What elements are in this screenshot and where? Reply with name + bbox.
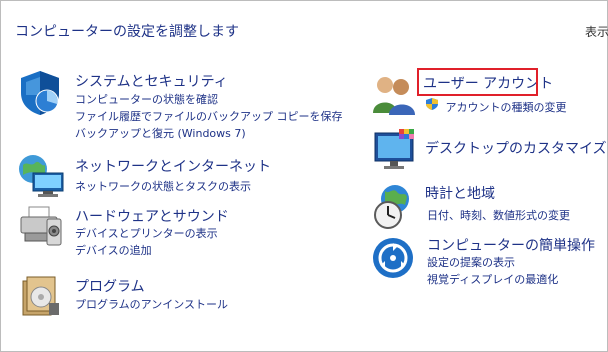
- users-icon[interactable]: [371, 73, 421, 123]
- page-title: コンピューターの設定を調整します: [15, 24, 239, 40]
- highlight-box: [417, 68, 538, 96]
- clock-globe-icon[interactable]: [371, 183, 421, 233]
- link-add-device[interactable]: デバイスの追加: [75, 242, 218, 259]
- programs-icon[interactable]: [19, 273, 69, 323]
- link-devices-printers[interactable]: デバイスとプリンターの表示: [75, 225, 218, 242]
- desktop-customization-title[interactable]: デスクトップのカスタマイズ: [425, 138, 607, 158]
- network-internet-title[interactable]: ネットワークとインターネット: [75, 156, 271, 176]
- desktop-icon[interactable]: [371, 127, 421, 177]
- link-network-status[interactable]: ネットワークの状態とタスクの表示: [75, 178, 251, 195]
- link-change-account-type[interactable]: アカウントの種類の変更: [425, 97, 567, 116]
- control-panel-window: コンピューターの設定を調整します 表示 システムとセキュリティ コンピューターの…: [0, 0, 608, 352]
- printer-icon[interactable]: [17, 205, 67, 255]
- clock-region-title[interactable]: 時計と地域: [425, 183, 495, 203]
- shield-icon[interactable]: [17, 69, 67, 119]
- hardware-sound-title[interactable]: ハードウェアとサウンド: [75, 206, 229, 226]
- link-check-status[interactable]: コンピューターの状態を確認: [75, 91, 343, 108]
- programs-title[interactable]: プログラム: [75, 276, 145, 296]
- ease-of-access-title[interactable]: コンピューターの簡単操作: [427, 235, 595, 255]
- link-uninstall-program[interactable]: プログラムのアンインストール: [75, 296, 228, 313]
- view-by-label: 表示: [585, 25, 608, 39]
- uac-shield-icon: [425, 98, 443, 114]
- link-backup-restore[interactable]: バックアップと復元 (Windows 7): [75, 125, 343, 142]
- network-icon[interactable]: [17, 153, 67, 203]
- link-file-history[interactable]: ファイル履歴でファイルのバックアップ コピーを保存: [75, 108, 343, 125]
- ease-of-access-icon[interactable]: [371, 235, 421, 285]
- link-optimize-display[interactable]: 視覚ディスプレイの最適化: [427, 271, 558, 288]
- link-suggested-settings[interactable]: 設定の提案の表示: [427, 254, 558, 271]
- link-change-date-time-format[interactable]: 日付、時刻、数値形式の変更: [427, 207, 570, 224]
- system-security-title[interactable]: システムとセキュリティ: [75, 71, 228, 91]
- change-account-type-label: アカウントの種類の変更: [445, 101, 567, 114]
